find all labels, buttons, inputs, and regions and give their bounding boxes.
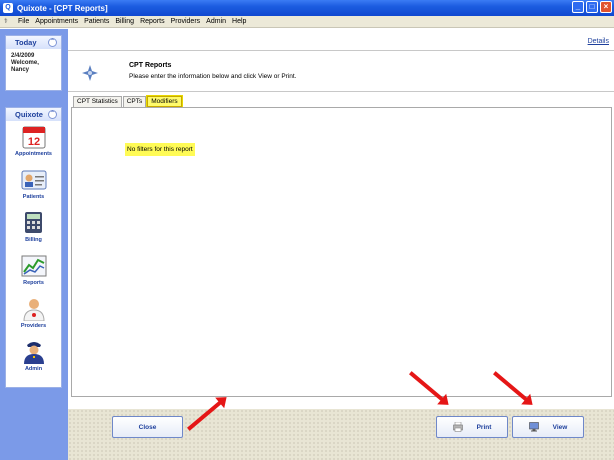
window-title-bar: Q Quixote - [CPT Reports] _ □ ×	[0, 0, 614, 16]
close-button-label: Close	[138, 423, 157, 431]
user-name: Nancy	[11, 67, 30, 73]
header-divider	[68, 91, 614, 92]
window-title: Quixote - [CPT Reports]	[17, 3, 108, 13]
sidebar-item-providers[interactable]: Providers	[6, 297, 61, 336]
today-title: Today	[15, 38, 37, 47]
main-content: Details CPT Reports Please enter the inf…	[68, 29, 614, 409]
doctor-icon	[21, 297, 47, 322]
sidebar-item-label: Providers	[20, 323, 47, 329]
sidebar: Today ⌃ 2/4/2009 Welcome, Nancy Quixote …	[0, 29, 68, 460]
menu-billing[interactable]: Billing	[112, 18, 137, 25]
menu-appointments[interactable]: Appointments	[32, 18, 81, 25]
sidebar-item-billing[interactable]: Billing	[6, 211, 61, 250]
close-button[interactable]: Close	[112, 416, 183, 438]
report-tools-icon	[81, 64, 99, 82]
page-title: CPT Reports	[129, 62, 172, 69]
welcome-text: Welcome,	[11, 60, 39, 66]
menu-patients[interactable]: Patients	[81, 18, 112, 25]
tab-cpt-statistics[interactable]: CPT Statistics	[73, 96, 122, 107]
printer-icon	[452, 421, 463, 432]
sidebar-item-patients[interactable]: Patients	[6, 168, 61, 207]
sidebar-item-label: Reports	[23, 280, 44, 286]
minimize-button[interactable]: _	[572, 1, 584, 13]
sidebar-item-label: Patients	[22, 194, 45, 200]
print-button[interactable]: Print	[436, 416, 508, 438]
admin-officer-icon	[21, 340, 47, 364]
menu-help[interactable]: Help	[229, 18, 249, 25]
today-panel: Today ⌃ 2/4/2009 Welcome, Nancy	[5, 35, 62, 91]
tab-cpts[interactable]: CPTs	[122, 96, 147, 107]
print-button-label: Print	[476, 423, 492, 431]
window-controls: _ □ ×	[572, 1, 612, 13]
menu-admin[interactable]: Admin	[203, 18, 229, 25]
system-menu-icon[interactable]: ⚕	[4, 18, 12, 26]
details-link[interactable]: Details	[588, 38, 609, 45]
calculator-icon	[21, 211, 47, 235]
chart-icon	[21, 254, 47, 278]
view-button-label: View	[552, 423, 568, 431]
sidebar-item-label: Admin	[24, 366, 43, 372]
quixote-title: Quixote	[15, 110, 43, 119]
report-tabs: CPT Statistics CPTs Modifiers	[73, 95, 183, 108]
sidebar-item-label: Appointments	[15, 151, 52, 157]
quixote-panel-header: Quixote ⌃	[6, 108, 61, 121]
menu-bar: ⚕ File Appointments Patients Billing Rep…	[0, 16, 614, 28]
today-panel-header: Today ⌃	[6, 36, 61, 49]
menu-reports[interactable]: Reports	[137, 18, 168, 25]
quixote-panel: Quixote ⌃ 12 Appointments Patients Billi…	[5, 107, 62, 388]
sidebar-item-label: Billing	[25, 237, 42, 243]
menu-file[interactable]: File	[15, 18, 32, 25]
menu-providers[interactable]: Providers	[168, 18, 204, 25]
svg-text:12: 12	[27, 136, 39, 148]
today-date: 2/4/2009	[11, 53, 35, 59]
page-instructions: Please enter the information below and c…	[129, 73, 297, 80]
sidebar-item-admin[interactable]: Admin	[6, 340, 61, 379]
calendar-icon: 12	[21, 125, 47, 149]
header-divider	[68, 50, 614, 51]
monitor-icon	[528, 422, 539, 432]
maximize-button[interactable]: □	[586, 1, 598, 13]
view-button[interactable]: View	[512, 416, 584, 438]
sidebar-item-reports[interactable]: Reports	[6, 254, 61, 293]
app-icon: Q	[3, 3, 13, 13]
collapse-icon[interactable]: ⌃	[48, 38, 57, 47]
no-filters-message: No filters for this report	[125, 143, 195, 156]
sidebar-item-appointments[interactable]: 12 Appointments	[6, 125, 61, 164]
tab-panel: No filters for this report	[71, 107, 612, 397]
button-bar: Close Print View	[68, 409, 614, 460]
today-body: 2/4/2009 Welcome, Nancy	[6, 49, 61, 78]
tab-modifiers[interactable]: Modifiers	[146, 95, 183, 108]
collapse-icon[interactable]: ⌃	[48, 110, 57, 119]
patient-card-icon	[21, 168, 47, 192]
close-window-button[interactable]: ×	[600, 1, 612, 13]
